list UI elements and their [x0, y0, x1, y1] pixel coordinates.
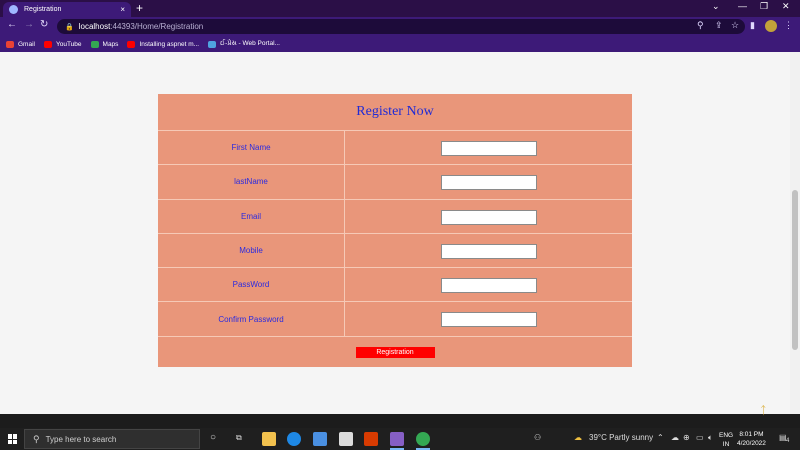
form-submit-row: Registration [158, 337, 632, 368]
profile-avatar[interactable] [765, 20, 777, 32]
system-clock[interactable]: 8:01 PM 4/20/2022 [737, 430, 766, 448]
office-icon[interactable] [364, 432, 378, 446]
task-view-icon[interactable]: ⧉ [236, 433, 242, 443]
bookmark-label: Installing aspnet m... [139, 40, 200, 48]
close-window-button[interactable]: ✕ [782, 1, 790, 12]
search-placeholder: Type here to search [45, 434, 117, 444]
windows-taskbar: ⚲ Type here to search ○ ⧉ ⚇ ☁ 39°C Partl… [0, 428, 800, 450]
page-content: Register Now First Name lastName Email M… [0, 52, 790, 414]
bookmark-label: Maps [102, 40, 119, 48]
region-code: IN [722, 441, 730, 448]
chrome-icon[interactable] [416, 432, 430, 446]
form-row-last-name: lastName [158, 165, 632, 200]
globe-icon [9, 5, 18, 14]
tab-title: Registration [24, 6, 62, 13]
back-arrow-icon[interactable]: ← [7, 19, 17, 30]
windows-start-icon[interactable] [8, 434, 18, 444]
form-row-first-name: First Name [158, 131, 632, 166]
tab-search-icon[interactable]: ⌄ [712, 1, 720, 12]
form-row-mobile: Mobile [158, 233, 632, 269]
volume-icon[interactable]: 🔈︎ [708, 433, 713, 443]
registration-form: Register Now First Name lastName Email M… [158, 94, 632, 367]
bookmark-youtube[interactable]: YouTube [43, 40, 82, 48]
youtube-icon [43, 40, 52, 48]
scrollbar-thumb[interactable] [792, 190, 798, 350]
registration-button[interactable]: Registration [355, 346, 435, 358]
maps-icon [90, 40, 99, 48]
last-name-label: lastName [158, 165, 345, 199]
sidebar-icon[interactable]: ▮ [750, 20, 755, 31]
url-host: localhost [78, 22, 111, 31]
form-title: Register Now [356, 104, 434, 119]
url-path: :44393/Home/Registration [110, 22, 204, 31]
store-icon[interactable] [313, 432, 327, 446]
page-scrollbar[interactable] [790, 52, 800, 414]
battery-icon[interactable]: ▭ [696, 433, 704, 442]
clock-time: 8:01 PM [739, 431, 764, 438]
mail-icon[interactable] [339, 432, 353, 446]
address-bar[interactable]: 🔒 localhost :44393/Home/Registration [57, 19, 745, 34]
bookmark-maps[interactable]: Maps [90, 40, 119, 48]
tray-chevron-icon[interactable]: ⌃ [657, 433, 664, 442]
reload-icon[interactable]: ↻ [40, 19, 48, 30]
new-tab-button[interactable]: + [136, 1, 143, 15]
email-input[interactable] [441, 209, 537, 225]
bookmark-label: YouTube [55, 40, 82, 48]
mobile-input[interactable] [441, 243, 537, 259]
share-icon[interactable]: ⇪ [715, 20, 723, 31]
bookmark-aspnet[interactable]: Installing aspnet m... [127, 40, 200, 48]
forward-arrow-icon[interactable]: → [24, 19, 34, 30]
clock-date: 4/20/2022 [737, 440, 766, 447]
visual-studio-icon[interactable] [390, 432, 404, 446]
form-row-email: Email [158, 199, 632, 234]
weather-text[interactable]: 39°C Partly sunny [589, 433, 653, 442]
maximize-button[interactable]: ❐ [760, 1, 768, 12]
bookmark-web-portal[interactable]: ઈ-પ્રેસ - Web Portal... [208, 40, 280, 48]
cortana-icon[interactable]: ○ [210, 432, 216, 443]
edge-icon[interactable] [287, 432, 301, 446]
last-name-input[interactable] [441, 175, 537, 191]
weather-icon[interactable]: ☁ [574, 433, 582, 442]
confirm-password-label: Confirm Password [158, 302, 345, 336]
form-row-password: PassWord [158, 268, 632, 303]
language-indicator[interactable]: ENG IN [719, 431, 733, 449]
close-tab-icon[interactable]: × [120, 5, 125, 14]
browser-titlebar: Registration × + ⌄ — ❐ ✕ [0, 0, 800, 17]
first-name-label: First Name [158, 131, 345, 165]
zoom-icon[interactable]: ⚲ [697, 20, 704, 31]
browser-toolbar: ← → ↻ 🔒 localhost :44393/Home/Registrati… [0, 17, 800, 36]
minimize-button[interactable]: — [738, 1, 747, 11]
bookmark-gmail[interactable]: Gmail [6, 40, 35, 48]
people-icon[interactable]: ⚇ [534, 433, 541, 442]
onedrive-icon[interactable]: ☁ [671, 433, 679, 442]
password-label: PassWord [158, 268, 345, 302]
network-icon[interactable]: ⊕ [683, 433, 690, 442]
youtube-icon [127, 40, 136, 48]
bookmarks-bar: Gmail YouTube Maps Installing aspnet m..… [0, 36, 800, 52]
bookmark-label: ઈ-પ્રેસ - Web Portal... [220, 40, 280, 47]
corner-logo-icon: ᛏ [760, 405, 767, 417]
file-explorer-icon[interactable] [262, 432, 276, 446]
password-input[interactable] [441, 278, 537, 294]
language-code: ENG [719, 432, 734, 439]
notification-count: 4 [786, 438, 790, 444]
confirm-password-input[interactable] [441, 312, 537, 328]
bookmark-star-icon[interactable]: ☆ [731, 20, 739, 31]
form-row-confirm-password: Confirm Password [158, 302, 632, 337]
form-header: Register Now [158, 94, 632, 131]
portal-icon [208, 40, 217, 48]
lock-icon: 🔒 [65, 23, 74, 31]
search-icon: ⚲ [33, 433, 40, 444]
menu-dots-icon[interactable]: ⋮ [784, 20, 793, 31]
page-bottom-strip [0, 414, 800, 428]
gmail-icon [6, 40, 14, 48]
first-name-input[interactable] [441, 141, 537, 156]
bookmark-label: Gmail [18, 40, 35, 48]
taskbar-search-box[interactable]: ⚲ Type here to search [24, 429, 200, 449]
email-label: Email [158, 199, 345, 233]
browser-tab[interactable]: Registration × [3, 2, 131, 17]
mobile-label: Mobile [158, 233, 345, 268]
